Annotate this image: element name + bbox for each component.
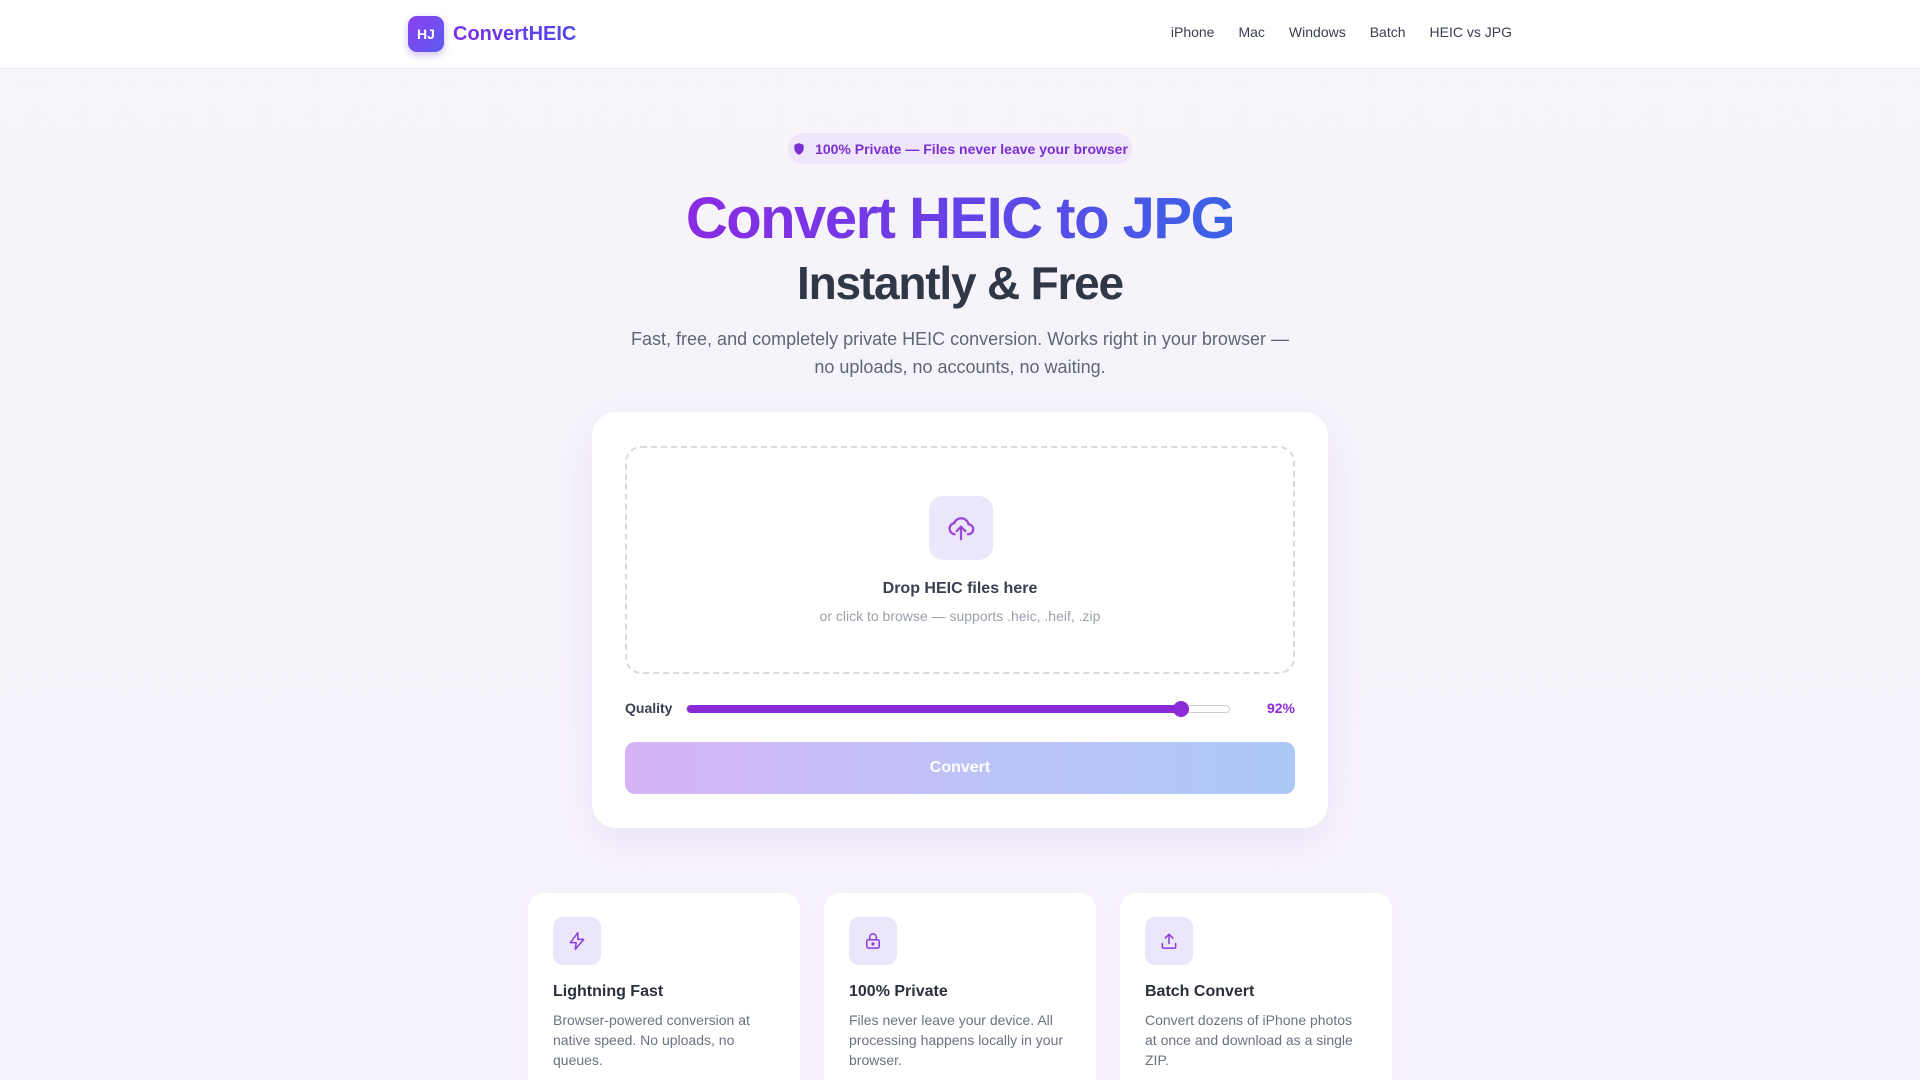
lightning-icon — [553, 917, 601, 965]
hero-description: Fast, free, and completely private HEIC … — [631, 329, 1289, 377]
quality-slider-thumb[interactable] — [1172, 701, 1189, 717]
dropzone-title: Drop HEIC files here — [882, 580, 1038, 597]
page-title: Convert HEIC to JPG — [685, 186, 1236, 251]
page-subtitle: Instantly & Free — [797, 257, 1124, 309]
shield-icon — [794, 142, 804, 155]
nav-link-mac[interactable]: Mac — [1238, 24, 1264, 40]
converter-card: Drop HEIC files here or click to browse … — [592, 412, 1328, 828]
feature-text: Files never leave your device. All proce… — [849, 1012, 1064, 1068]
feature-title: Batch Convert — [1145, 983, 1255, 1000]
dropzone-subtitle: or click to browse — supports .heic, .he… — [819, 608, 1101, 624]
nav-link-heic-vs-jpg[interactable]: HEIC vs JPG — [1430, 24, 1512, 40]
quality-slider-fill — [687, 705, 1181, 713]
feature-card-batch: Batch Convert Convert dozens of iPhone p… — [1120, 893, 1392, 1080]
feature-text: Browser-powered conversion at native spe… — [553, 1012, 750, 1068]
upload-icon — [1145, 917, 1193, 965]
feature-card-private: 100% Private Files never leave your devi… — [824, 893, 1096, 1080]
privacy-badge-text: 100% Private — Files never leave your br… — [815, 140, 1128, 157]
main-nav: iPhone Mac Windows Batch HEIC vs JPG — [1171, 24, 1512, 40]
quality-slider[interactable] — [686, 701, 1230, 717]
site-header: HJ ConvertHEIC iPhone Mac Windows Batch … — [0, 0, 1920, 69]
nav-link-iphone[interactable]: iPhone — [1171, 24, 1215, 40]
feature-text: Convert dozens of iPhone photos at once … — [1145, 1012, 1353, 1068]
upload-cloud-icon — [929, 496, 993, 560]
site-logo[interactable]: HJ ConvertHEIC — [408, 16, 576, 52]
convert-button[interactable]: Convert — [625, 742, 1295, 794]
logo-text: ConvertHEIC — [453, 22, 577, 45]
nav-link-windows[interactable]: Windows — [1289, 24, 1346, 40]
feature-title: Lightning Fast — [553, 983, 664, 1000]
file-dropzone[interactable]: Drop HEIC files here or click to browse … — [625, 446, 1295, 674]
quality-label: Quality — [625, 700, 673, 716]
nav-link-batch[interactable]: Batch — [1370, 24, 1406, 40]
quality-value: 92% — [1266, 700, 1295, 716]
privacy-badge: 100% Private — Files never leave your br… — [788, 133, 1132, 164]
feature-title: 100% Private — [849, 983, 948, 1000]
lock-icon — [849, 917, 897, 965]
logo-mark: HJ — [408, 16, 444, 52]
feature-card-fast: Lightning Fast Browser-powered conversio… — [528, 893, 800, 1080]
